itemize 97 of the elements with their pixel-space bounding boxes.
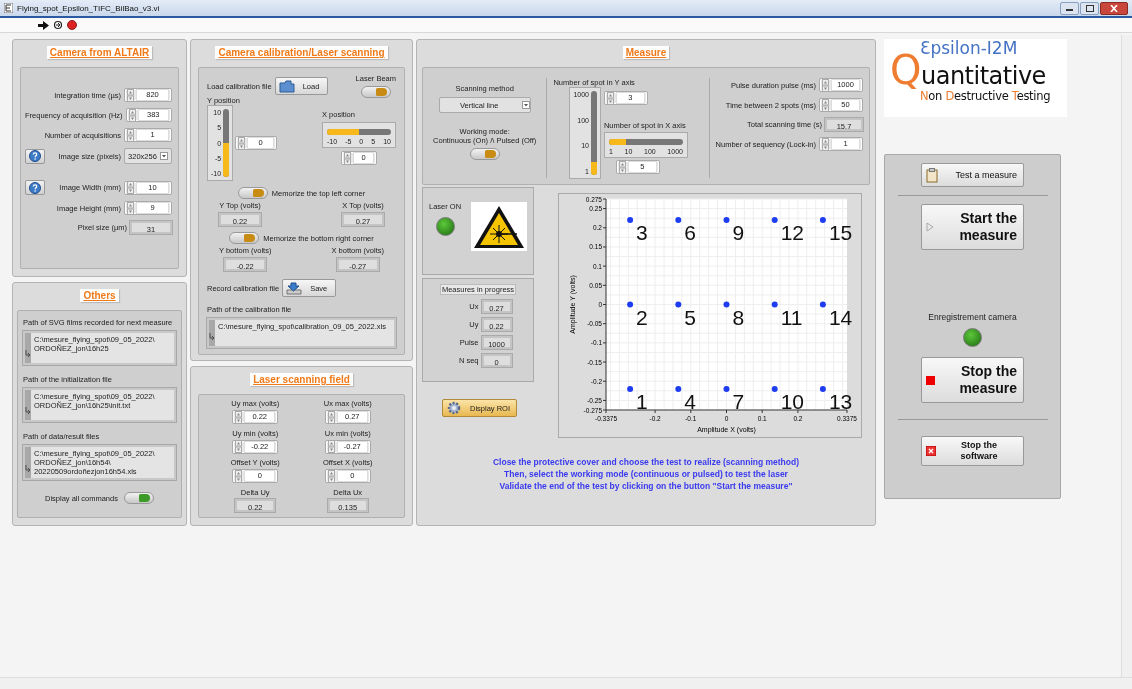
- app-icon: [4, 3, 13, 13]
- slider-track[interactable]: [608, 139, 683, 145]
- spinner-icon[interactable]: [822, 98, 829, 112]
- path-icon: [25, 406, 31, 414]
- minimize-button[interactable]: [1060, 1, 1079, 15]
- scatter-point: [627, 217, 634, 224]
- point-label: 5: [684, 305, 696, 329]
- toggle-switch[interactable]: [123, 492, 154, 504]
- test-button[interactable]: Test a measure: [921, 163, 1024, 187]
- point-label: 3: [636, 221, 648, 245]
- play-icon: [926, 222, 934, 232]
- maximize-icon: [1085, 4, 1094, 12]
- caret-icon: [521, 101, 530, 109]
- scatter-point: [675, 217, 682, 224]
- panel-title: Camera from ALTAIR: [46, 46, 153, 59]
- spinner-icon[interactable]: [127, 201, 134, 215]
- scatter-point: [723, 217, 730, 224]
- clipboard-icon: [926, 167, 938, 183]
- run-continuously-icon[interactable]: [53, 20, 63, 30]
- stop-icon: [926, 375, 935, 385]
- panel-title: Camera calibration/Laser scanning: [215, 46, 388, 59]
- close-icon: [926, 446, 936, 456]
- spinner-icon[interactable]: [235, 410, 243, 424]
- window-title: Flying_spot_Epsilon_TIFC_BilBao_v3.vi: [17, 3, 160, 13]
- stop-button[interactable]: Stop the measure: [921, 357, 1024, 403]
- point-label: 8: [732, 305, 745, 329]
- scatter-point: [819, 385, 826, 392]
- maximize-button[interactable]: [1080, 1, 1099, 15]
- logo-text: Ɛpsilon-I2M: [920, 39, 1019, 57]
- help-icon: [29, 181, 41, 194]
- point-label: 6: [684, 221, 696, 245]
- gear-icon: [446, 400, 462, 416]
- abort-icon[interactable]: [67, 20, 77, 30]
- toggle-switch[interactable]: [237, 187, 268, 199]
- path-icon: [209, 332, 215, 340]
- disk-arrow-icon: [286, 281, 303, 295]
- help-button[interactable]: [25, 148, 45, 164]
- panel-title: Laser scanning field: [250, 373, 353, 386]
- panel-title: Measure: [622, 46, 670, 59]
- spinner-icon[interactable]: [127, 88, 134, 102]
- slider-track[interactable]: [327, 129, 391, 135]
- scatter-point: [675, 385, 682, 392]
- slider-track[interactable]: [223, 109, 230, 177]
- close-button[interactable]: [1100, 1, 1128, 15]
- slider-track[interactable]: [590, 91, 597, 175]
- spinner-icon[interactable]: [235, 469, 243, 483]
- run-arrow-icon[interactable]: [38, 20, 49, 30]
- point-label: 13: [828, 389, 853, 413]
- scatter-point: [627, 385, 634, 392]
- point-label: 14: [828, 305, 853, 329]
- spinner-icon[interactable]: [822, 78, 829, 92]
- help-button[interactable]: [25, 180, 45, 195]
- scatter-point: [771, 301, 778, 308]
- point-label: 7: [732, 389, 745, 413]
- spinner-icon[interactable]: [606, 91, 614, 105]
- spinner-icon[interactable]: [127, 128, 134, 142]
- point-label: 1: [636, 389, 648, 413]
- logo-text: Non Destructive Testing: [920, 89, 1052, 103]
- toggle-switch[interactable]: [229, 232, 260, 244]
- spinner-icon[interactable]: [127, 181, 134, 194]
- path-icon: [25, 349, 31, 357]
- help-icon: [29, 150, 41, 162]
- scatter-point: [819, 217, 826, 224]
- point-label: 9: [732, 221, 745, 245]
- spinner-icon[interactable]: [128, 108, 136, 122]
- toggle-switch[interactable]: [360, 86, 391, 98]
- scatter-point: [723, 301, 730, 308]
- point-label: 12: [780, 221, 805, 245]
- point-label: 2: [636, 305, 648, 329]
- scatter-point: [819, 301, 826, 308]
- scatter-point: [723, 385, 730, 392]
- point-label: 10: [780, 389, 805, 413]
- spinner-icon[interactable]: [327, 469, 335, 483]
- point-label: 4: [684, 389, 696, 413]
- spinner-icon[interactable]: [618, 160, 626, 174]
- point-label: 15: [828, 221, 853, 245]
- scatter-point: [675, 301, 682, 308]
- quit-button[interactable]: Stop the software: [921, 436, 1024, 466]
- folder-icon: [278, 79, 295, 93]
- instructions-text: Close the protective cover and choose the test to realize (scanning method) Then, select the working mode (continuous or pulsed) to test the laser Validate the end of the test by clicking on the button "Start the measure": [491, 456, 801, 492]
- caret-icon: [159, 152, 168, 160]
- spinner-icon[interactable]: [822, 137, 829, 151]
- point-label: 11: [780, 305, 803, 329]
- scatter-point: [771, 217, 778, 224]
- scatter-point: [627, 301, 634, 308]
- path-icon: [25, 464, 31, 472]
- close-icon: [1110, 4, 1118, 12]
- toggle-switch[interactable]: [469, 148, 500, 160]
- light-label: Enregistrement camera: [928, 312, 1017, 322]
- scatter-point: [771, 385, 778, 392]
- panel-title: Others: [80, 289, 119, 302]
- start-button[interactable]: Start the measure: [921, 204, 1024, 250]
- spinner-icon[interactable]: [327, 440, 335, 453]
- spinner-icon[interactable]: [235, 440, 243, 453]
- spinner-icon[interactable]: [238, 136, 246, 150]
- spinner-icon[interactable]: [344, 151, 351, 165]
- spinner-icon[interactable]: [327, 410, 335, 424]
